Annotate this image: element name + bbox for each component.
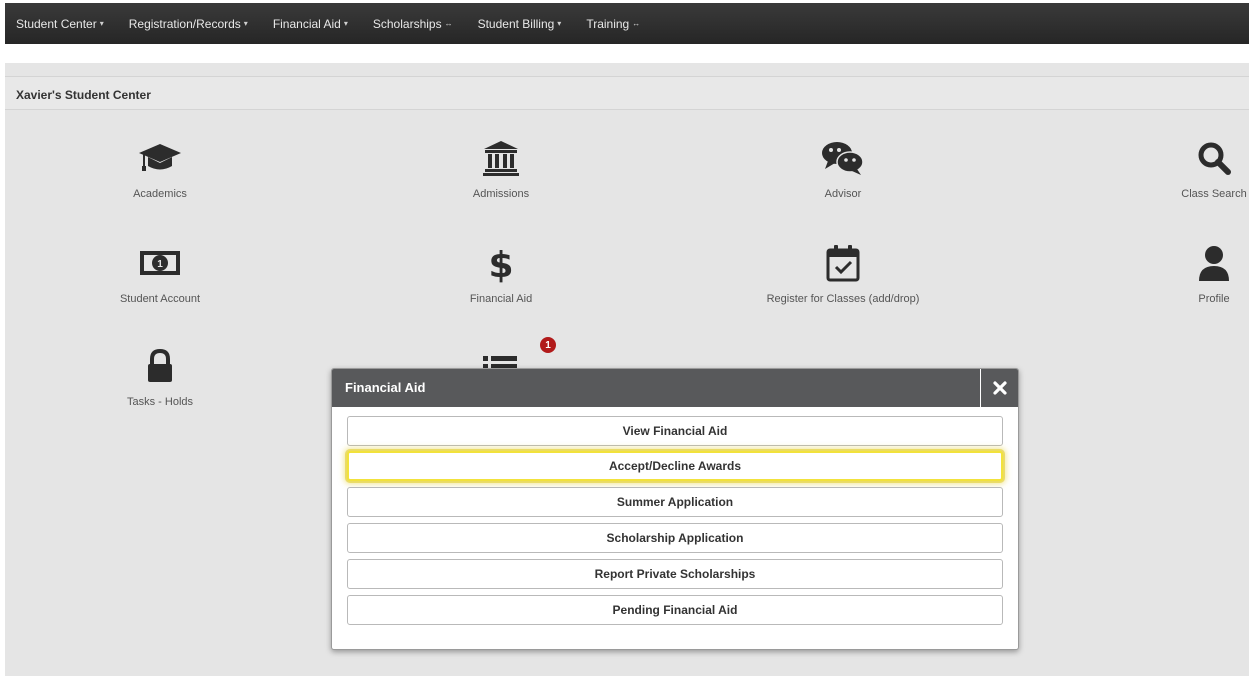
tile-advisor[interactable]: Advisor	[723, 138, 963, 200]
tile-profile-label: Profile	[1198, 293, 1230, 305]
caret-down-icon: ▾	[99, 19, 104, 28]
nav-financial-aid[interactable]: Financial Aid ▾	[273, 17, 348, 31]
caret-arrows-icon: ↔	[632, 19, 641, 28]
caret-down-icon: ▾	[243, 19, 248, 28]
nav-student-billing-label: Student Billing	[477, 16, 555, 31]
modal-title: Financial Aid	[345, 380, 426, 395]
summer-application-button[interactable]: Summer Application	[347, 487, 1003, 517]
tile-advisor-label: Advisor	[824, 188, 862, 200]
nav-registration-records[interactable]: Registration/Records ▾	[129, 17, 248, 31]
view-financial-aid-button[interactable]: View Financial Aid	[347, 416, 1003, 446]
close-icon[interactable]	[980, 369, 1018, 407]
tile-register-classes-label: Register for Classes (add/drop)	[766, 293, 920, 305]
caret-down-icon: ▾	[557, 19, 562, 28]
user-icon	[1094, 243, 1249, 283]
tile-admissions-label: Admissions	[472, 188, 530, 200]
nav-training[interactable]: Training ↔	[586, 17, 640, 31]
nav-scholarships[interactable]: Scholarships ↔	[373, 17, 453, 31]
top-navbar: Student Center ▾ Registration/Records ▾ …	[5, 3, 1249, 44]
caret-arrows-icon: ↔	[444, 19, 453, 28]
tile-academics[interactable]: Academics	[40, 138, 280, 200]
modal-header: Financial Aid	[332, 369, 1018, 407]
nav-student-center[interactable]: Student Center ▾	[16, 17, 104, 31]
tile-academics-label: Academics	[133, 188, 187, 200]
tile-class-search-label: Class Search	[1181, 188, 1247, 200]
tile-tasks-holds-label: Tasks - Holds	[126, 396, 194, 408]
money-bill-icon: 1	[40, 243, 280, 283]
report-private-scholarships-button[interactable]: Report Private Scholarships	[347, 559, 1003, 589]
graduation-cap-icon	[40, 138, 280, 178]
dollar-icon: $	[381, 243, 621, 283]
tile-profile[interactable]: Profile	[1094, 243, 1249, 305]
lock-icon	[40, 346, 280, 386]
tile-student-account-label: Student Account	[119, 293, 201, 305]
nav-financial-aid-label: Financial Aid	[272, 16, 341, 31]
nav-student-center-label: Student Center	[16, 16, 97, 31]
svg-text:1: 1	[157, 259, 163, 270]
pending-financial-aid-button[interactable]: Pending Financial Aid	[347, 595, 1003, 625]
chat-bubbles-icon	[723, 138, 963, 178]
caret-down-icon: ▾	[343, 19, 348, 28]
tile-financial-aid[interactable]: $ Financial Aid	[381, 243, 621, 305]
financial-aid-modal: Financial Aid View Financial Aid Accept/…	[331, 368, 1019, 650]
institution-icon	[381, 138, 621, 178]
nav-registration-records-label: Registration/Records	[128, 16, 241, 31]
page-title: Xavier's Student Center	[16, 88, 151, 102]
page-header: Xavier's Student Center	[5, 76, 1249, 110]
nav-student-billing[interactable]: Student Billing ▾	[478, 17, 562, 31]
scholarship-application-button[interactable]: Scholarship Application	[347, 523, 1003, 553]
tile-student-account[interactable]: 1 Student Account	[40, 243, 280, 305]
svg-text:$: $	[488, 245, 513, 283]
tile-class-search[interactable]: Class Search	[1094, 138, 1249, 200]
nav-training-label: Training	[586, 16, 630, 31]
notification-badge: 1	[540, 337, 556, 353]
tile-register-classes[interactable]: Register for Classes (add/drop)	[723, 243, 963, 305]
tile-tasks-holds[interactable]: Tasks - Holds	[40, 346, 280, 408]
tile-admissions[interactable]: Admissions	[381, 138, 621, 200]
search-icon	[1094, 138, 1249, 178]
calendar-check-icon	[723, 243, 963, 283]
accept-decline-awards-button[interactable]: Accept/Decline Awards	[347, 451, 1003, 481]
tile-financial-aid-label: Financial Aid	[469, 293, 533, 305]
nav-scholarships-label: Scholarships	[372, 16, 442, 31]
